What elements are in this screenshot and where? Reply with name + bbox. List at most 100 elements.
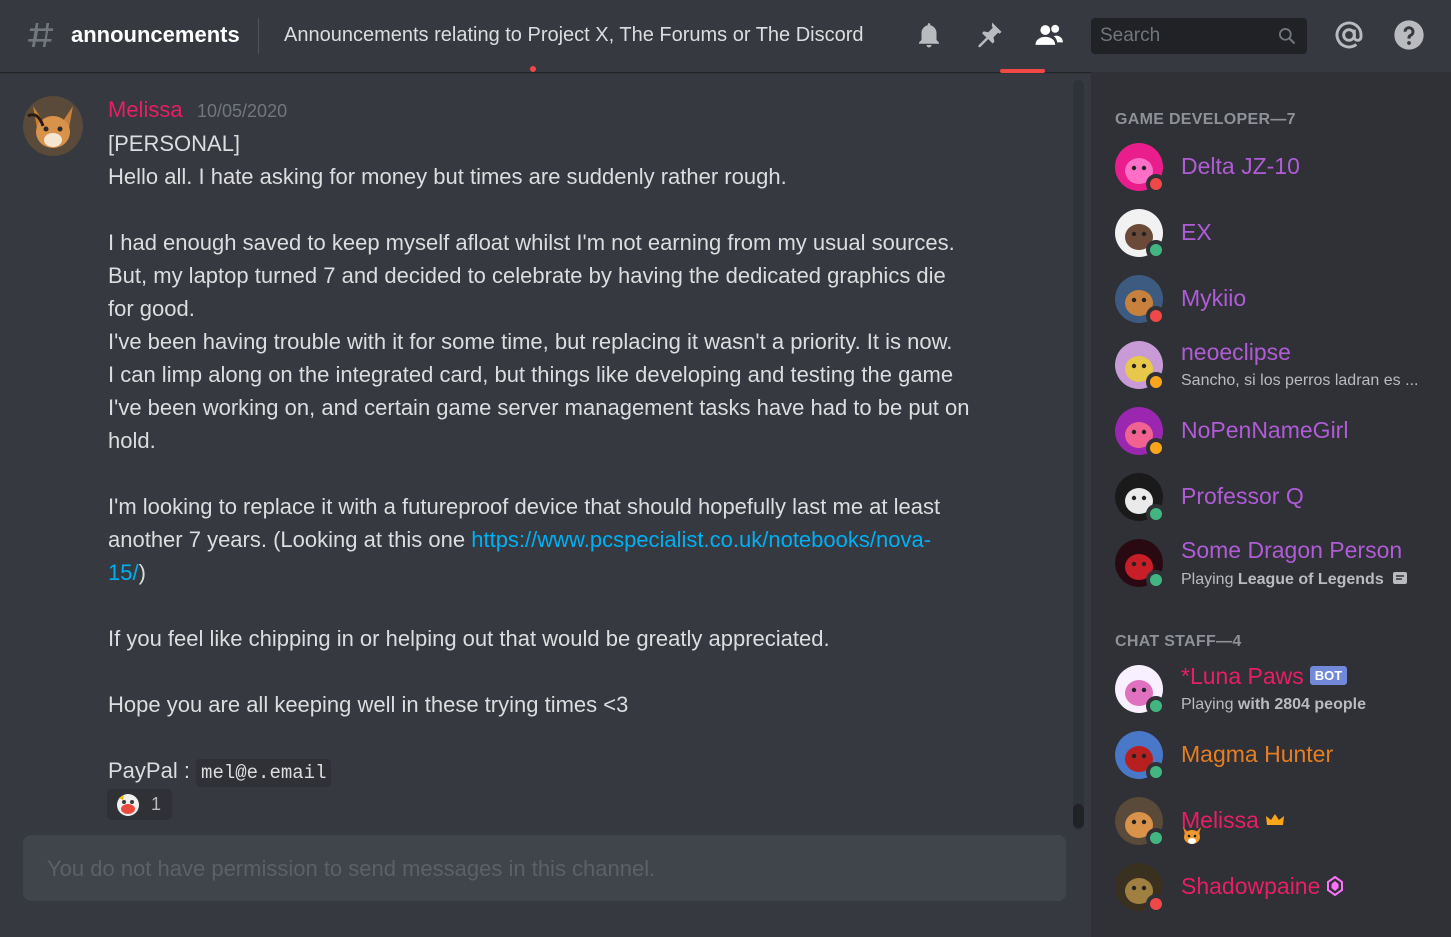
member-name-text: EX [1181, 219, 1212, 245]
status-online-indicator [1146, 762, 1166, 782]
member-name-text: Magma Hunter [1181, 741, 1334, 767]
message-line [108, 589, 988, 622]
member-item-nopennamegirl[interactable]: NoPenNameGirl [1115, 407, 1445, 463]
status-online-indicator [1146, 240, 1166, 260]
message-scrollbar-thumb[interactable] [1073, 804, 1084, 828]
mentions-icon[interactable] [1332, 18, 1366, 52]
member-name: *Luna Paws BOT [1181, 663, 1348, 690]
search-box[interactable] [1091, 18, 1307, 54]
member-item-some-dragon-person[interactable]: Some Dragon Person Playing League of Lege… [1115, 537, 1445, 595]
channel-name: announcements [71, 22, 240, 47]
member-item-magma-hunter[interactable]: Magma Hunter [1115, 731, 1445, 787]
custom-status-fox-emoji [1181, 825, 1203, 850]
status-dnd-indicator [1146, 174, 1166, 194]
member-name: Magma Hunter [1181, 741, 1333, 768]
message-line: I've been having trouble with it for som… [108, 329, 953, 354]
search-input[interactable] [1091, 18, 1271, 54]
member-item-ex[interactable]: EX [1115, 209, 1445, 265]
channel-header: announcements Announcements relating to … [0, 0, 1451, 72]
link-text-part1[interactable]: https://www.pcspecialist.co.uk/notebooks… [471, 527, 931, 552]
status-idle-indicator [1146, 372, 1166, 392]
member-group-chat-staff: CHAT STAFF—4 [1115, 633, 1242, 650]
message-content: [PERSONAL] Hello all. I hate asking for m… [108, 127, 988, 790]
channel-topic[interactable]: Announcements relating to Project X, The… [284, 24, 864, 47]
message-author-name[interactable]: Melissa [108, 97, 183, 123]
member-name-text: neoeclipse [1181, 339, 1291, 365]
member-name: Some Dragon Person [1181, 537, 1402, 564]
message-line: I've been working on, and certain game s… [108, 395, 970, 420]
member-item-delta-jz-10[interactable]: Delta JZ-10 [1115, 143, 1445, 199]
member-name-text: Professor Q [1181, 483, 1304, 509]
member-item-shadowpaine[interactable]: Shadowpaine [1115, 863, 1445, 919]
member-name-text: Mykiio [1181, 285, 1247, 311]
status-idle-indicator [1146, 438, 1166, 458]
status-online-indicator [1146, 504, 1166, 524]
help-icon[interactable] [1392, 18, 1426, 52]
new-messages-bar [1000, 69, 1045, 73]
member-item-melissa[interactable]: Melissa [1115, 797, 1445, 853]
message-line: I'm looking to replace it with a futurep… [108, 494, 941, 519]
link-suffix-text: ) [138, 560, 146, 585]
message-author-avatar[interactable] [23, 96, 83, 156]
hashtag-icon [28, 23, 54, 47]
composer-placeholder: You do not have permission to send messa… [47, 856, 656, 881]
message-line [108, 193, 988, 226]
member-name-text: Shadowpaine [1181, 873, 1321, 899]
member-item-mykiio[interactable]: Mykiio [1115, 275, 1445, 331]
reaction-button[interactable]: 1 [107, 789, 172, 820]
message-line [108, 655, 988, 688]
message-line [108, 457, 988, 490]
activity-name: with 2804 people [1237, 696, 1366, 713]
member-name-text: *Luna Paws [1181, 663, 1304, 689]
message-line: But, my laptop turned 7 and decided to c… [108, 263, 946, 288]
message-line: hold. [108, 428, 156, 453]
message-scrollbar-track[interactable] [1073, 80, 1084, 830]
message-line: for good. [108, 296, 195, 321]
nitro-booster-icon [1327, 875, 1344, 897]
notification-bell-icon[interactable] [912, 18, 946, 52]
member-name: Mykiio [1181, 285, 1246, 312]
rich-presence-icon [1392, 572, 1407, 584]
server-owner-crown-icon [1265, 814, 1284, 825]
status-dnd-indicator [1146, 306, 1166, 326]
member-name: neoeclipse [1181, 339, 1291, 366]
search-icon [1279, 28, 1296, 45]
paypal-label: PayPal : [108, 758, 197, 783]
status-online-indicator [1146, 696, 1166, 716]
member-name: Shadowpaine [1181, 873, 1344, 900]
link-prefix-text: another 7 years. (Looking at this one [108, 527, 472, 552]
member-name: Professor Q [1181, 483, 1304, 510]
link-text-part2[interactable]: 15/ [108, 560, 139, 585]
message-composer-disabled: You do not have permission to send messa… [23, 835, 1066, 901]
message-line: If you feel like chipping in or helping … [108, 626, 830, 651]
member-activity: Sancho, si los perros ladran es ... [1181, 372, 1419, 389]
status-online-indicator [1146, 570, 1166, 590]
activity-name: League of Legends [1237, 571, 1384, 588]
member-activity: Playing League of Legends [1181, 570, 1431, 589]
member-activity: Playing with 2804 people [1181, 696, 1431, 714]
activity-prefix: Playing [1181, 696, 1238, 713]
member-name-text: Some Dragon Person [1181, 537, 1403, 563]
paypal-line: PayPal : mel@e.email [108, 754, 988, 790]
header-divider [258, 18, 259, 54]
member-name: Delta JZ-10 [1181, 153, 1300, 180]
message-line [108, 721, 988, 754]
member-item-neoeclipse[interactable]: neoeclipse Sancho, si los perros ladran e… [1115, 339, 1445, 397]
bot-tag: BOT [1309, 666, 1348, 685]
member-group-game-developer: GAME DEVELOPER—7 [1115, 111, 1296, 128]
pinned-messages-icon[interactable] [972, 18, 1006, 52]
member-name-text: NoPenNameGirl [1181, 417, 1349, 443]
message-line: I can limp along on the integrated card,… [108, 362, 954, 387]
reaction-emoji-icon [117, 793, 139, 816]
member-list-icon[interactable] [1032, 18, 1066, 52]
member-item-luna-paws[interactable]: *Luna Paws BOT Playing with 2804 people [1115, 663, 1445, 721]
activity-prefix: Playing [1181, 571, 1238, 588]
message-line: Hello all. I hate asking for money but t… [108, 164, 787, 189]
member-item-professor-q[interactable]: Professor Q [1115, 473, 1445, 529]
message-timestamp: 10/05/2020 [197, 101, 288, 121]
message-line: [PERSONAL] [108, 131, 241, 156]
status-online-indicator [1146, 828, 1166, 848]
member-name: NoPenNameGirl [1181, 417, 1348, 444]
member-name: EX [1181, 219, 1212, 246]
paypal-email-code: mel@e.email [196, 759, 332, 787]
